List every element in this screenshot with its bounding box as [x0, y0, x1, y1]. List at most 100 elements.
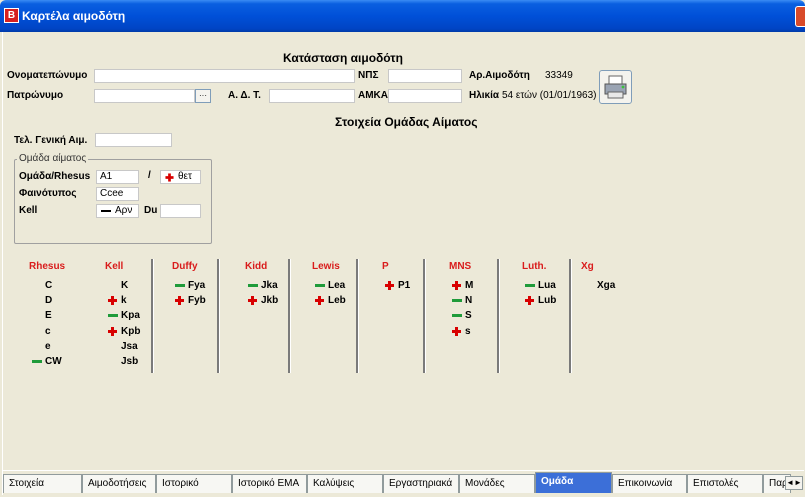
column-separator [497, 259, 500, 373]
antigen-item[interactable]: C [45, 280, 52, 291]
antigen-item[interactable]: Xga [597, 280, 615, 291]
antigen-system-title: Lewis [312, 261, 340, 272]
kell-field[interactable]: Αρν [96, 204, 139, 218]
antigen-item[interactable]: P1 [398, 280, 410, 291]
du-label: Du [144, 205, 158, 216]
amka-field[interactable] [388, 89, 462, 103]
plus-icon [315, 296, 324, 306]
patronym-field[interactable] [94, 89, 195, 103]
minus-icon [101, 210, 111, 212]
tab-bar: Στοιχεία Αιμοδοτήσεις Ιστορικό Ιστορικό … [3, 470, 804, 495]
rhesus-field[interactable]: θετ [160, 170, 201, 184]
rhesus-value: θετ [178, 171, 192, 182]
tab-stoixeia[interactable]: Στοιχεία [3, 474, 82, 493]
minus-icon [175, 284, 185, 287]
minus-icon [452, 314, 462, 318]
nps-label: ΝΠΣ [358, 70, 379, 81]
antigen-item[interactable]: s [465, 326, 471, 337]
close-button[interactable] [795, 6, 805, 27]
plus-icon [175, 296, 184, 306]
plus-icon [525, 296, 534, 306]
column-separator [569, 259, 572, 373]
antigen-item[interactable]: Jsb [121, 356, 138, 367]
tab-kalypseis[interactable]: Καλύψεις [307, 474, 383, 493]
abo-field[interactable]: A1 [96, 170, 139, 184]
column-separator [356, 259, 359, 373]
antigen-system-title: Xg [581, 261, 594, 272]
last-general-label: Τελ. Γενική Αιμ. [14, 135, 88, 146]
tab-ergastiriaka[interactable]: Εργαστηριακά [383, 474, 459, 493]
antigen-item[interactable]: Lua [538, 280, 556, 291]
adt-field[interactable] [269, 89, 355, 103]
phenotype-field[interactable]: Ccee [96, 187, 139, 201]
tab-scroll-right-icon[interactable]: ► [794, 478, 802, 487]
tab-epistoles[interactable]: Επιστολές [687, 474, 763, 493]
antigen-item[interactable]: Jsa [121, 341, 138, 352]
antigen-item[interactable]: D [45, 295, 52, 306]
fullname-label: Ονοματεπώνυμο [7, 70, 88, 81]
antigen-item[interactable]: Lea [328, 280, 345, 291]
kell-label: Kell [19, 205, 38, 216]
antigen-item[interactable]: Kpa [121, 310, 140, 321]
antigen-item[interactable]: N [465, 295, 472, 306]
adt-label: Α. Δ. Τ. [228, 90, 261, 101]
minus-icon [108, 314, 118, 318]
antigen-item[interactable]: e [45, 341, 51, 352]
fullname-field[interactable] [94, 69, 355, 83]
minus-icon [452, 299, 462, 303]
plus-icon [452, 326, 461, 336]
tab-epikoinonia[interactable]: Επικοινωνία [612, 474, 687, 493]
plus-icon [248, 296, 257, 306]
antigen-item[interactable]: Jkb [261, 295, 278, 306]
tab-scroll-buttons: ◄► [785, 476, 803, 490]
tab-omada[interactable]: Ομάδα [535, 472, 612, 493]
antigen-system-title: Rhesus [29, 261, 66, 272]
tab-istoriko-ema[interactable]: Ιστορικό ΕΜΑ [232, 474, 307, 493]
patronym-label: Πατρώνυμο [7, 90, 64, 101]
tab-monades[interactable]: Μονάδες [459, 474, 535, 493]
plus-icon [165, 173, 174, 182]
antigen-item[interactable]: Lub [538, 295, 556, 306]
antigen-item[interactable]: S [465, 310, 472, 321]
antigen-system-title: MNS [449, 261, 472, 272]
tab-scroll-left-icon[interactable]: ◄ [786, 478, 794, 487]
antigen-item[interactable]: K [121, 280, 128, 291]
donor-number-value: 33349 [545, 70, 573, 81]
title-bar: B Καρτέλα αιμοδότη [0, 0, 805, 32]
plus-icon [108, 296, 117, 306]
column-separator [288, 259, 291, 373]
antigen-item[interactable]: M [465, 280, 473, 291]
abo-rhesus-label: Ομάδα/Rhesus [19, 171, 91, 182]
antigen-item[interactable]: k [121, 295, 127, 306]
kell-value: Αρν [115, 205, 133, 216]
tab-istoriko[interactable]: Ιστορικό [156, 474, 232, 493]
antigen-item[interactable]: c [45, 326, 51, 337]
antigen-system-title: Kell [105, 261, 124, 272]
minus-icon [248, 284, 258, 287]
antigen-item[interactable]: Fyb [188, 295, 206, 306]
nps-field[interactable] [388, 69, 462, 83]
minus-icon [32, 360, 42, 363]
plus-icon [385, 281, 394, 290]
plus-icon [108, 326, 117, 336]
antigen-item[interactable]: Fya [188, 280, 205, 291]
antigen-item[interactable]: E [45, 310, 52, 321]
age-value: 54 ετών (01/01/1963) [502, 90, 597, 101]
app-icon[interactable]: B [4, 8, 19, 23]
antigen-item[interactable]: Jka [261, 280, 278, 291]
tab-aimodotiseis[interactable]: Αιμοδοτήσεις [82, 474, 156, 493]
patronym-browse-button[interactable]: ··· [195, 89, 211, 103]
antigen-item[interactable]: Kpb [121, 326, 140, 337]
last-general-field[interactable] [95, 133, 172, 147]
slash-separator: / [148, 170, 151, 181]
age-label: Ηλικία [469, 90, 500, 101]
phenotype-label: Φαινότυπος [19, 188, 77, 199]
donor-number-label: Αρ.Αιμοδότη [469, 70, 530, 81]
print-button[interactable] [599, 70, 632, 104]
antigen-system-title: Duffy [172, 261, 198, 272]
antigen-item[interactable]: Leb [328, 295, 346, 306]
blood-group-box-title: Ομάδα αίματος [17, 153, 89, 164]
du-field[interactable] [160, 204, 201, 218]
antigen-item[interactable]: CW [45, 356, 62, 367]
window-title: Καρτέλα αιμοδότη [22, 9, 126, 23]
